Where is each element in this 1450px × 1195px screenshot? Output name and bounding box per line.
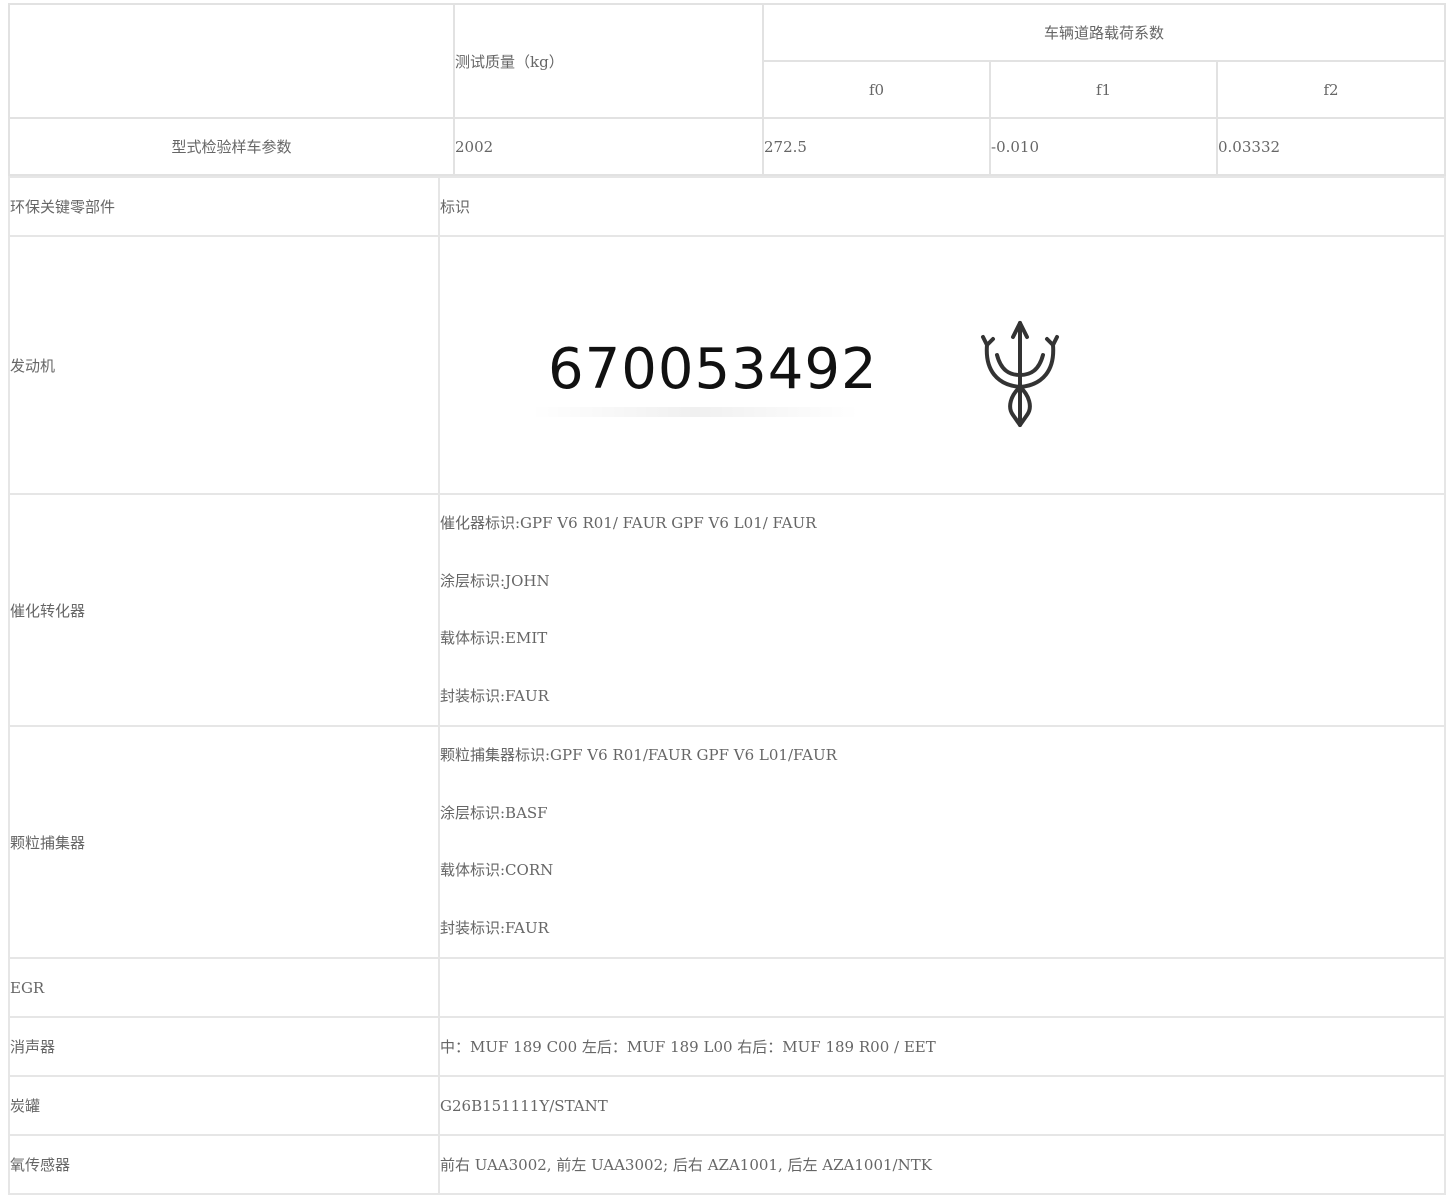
muffler-label: 消声器: [8, 1016, 440, 1077]
gpf-label: 颗粒捕集器: [8, 725, 440, 959]
test-mass-header: 测试质量（kg）: [453, 3, 764, 119]
catalyst-line-3: 载体标识:EMIT: [440, 629, 548, 647]
emission-parts-table: 环保关键零部件 标识 发动机 670053492 催化转化器 催化器标识:GPF…: [8, 176, 1446, 1195]
canister-value: G26B151111Y/STANT: [438, 1075, 1446, 1136]
road-load-table: 测试质量（kg） 车辆道路载荷系数 f0 f1 f2 型式检验样车参数 2002…: [8, 3, 1446, 176]
f1-header: f1: [989, 60, 1218, 119]
engine-mark-cell: 670053492: [438, 235, 1446, 495]
part-header: 环保关键零部件: [8, 176, 440, 237]
f2-header: f2: [1216, 60, 1446, 119]
gpf-line-4: 封装标识:FAUR: [440, 918, 549, 937]
catalyst-marks: 催化器标识:GPF V6 R01/ FAUR GPF V6 L01/ FAUR …: [438, 493, 1446, 727]
catalyst-line-1: 催化器标识:GPF V6 R01/ FAUR GPF V6 L01/ FAUR: [440, 514, 817, 532]
muffler-value: 中：MUF 189 C00 左后：MUF 189 L00 右后：MUF 189 …: [438, 1016, 1446, 1077]
f0-value: 272.5: [762, 117, 991, 176]
test-mass-value: 2002: [453, 117, 764, 176]
catalyst-line-4: 封装标识:FAUR: [440, 686, 549, 705]
f1-value: -0.010: [989, 117, 1218, 176]
egr-value: [438, 957, 1446, 1018]
egr-label: EGR: [8, 957, 440, 1018]
trident-logo-icon: [981, 321, 1059, 427]
gpf-marks: 颗粒捕集器标识:GPF V6 R01/FAUR GPF V6 L01/FAUR …: [438, 725, 1446, 959]
engine-number: 670053492: [548, 337, 878, 402]
gpf-line-3: 载体标识:CORN: [440, 861, 554, 879]
gpf-line-1: 颗粒捕集器标识:GPF V6 R01/FAUR GPF V6 L01/FAUR: [440, 746, 837, 764]
f0-header: f0: [762, 60, 991, 119]
top-left-empty-cell: [8, 3, 455, 119]
mark-header: 标识: [438, 176, 1446, 237]
f2-value: 0.03332: [1216, 117, 1446, 176]
o2-sensor-label: 氧传感器: [8, 1134, 440, 1195]
road-load-coeff-header: 车辆道路载荷系数: [762, 3, 1446, 62]
canister-label: 炭罐: [8, 1075, 440, 1136]
engine-number-shadow: [530, 407, 860, 417]
catalyst-label: 催化转化器: [8, 493, 440, 727]
gpf-line-2: 涂层标识:BASF: [440, 803, 548, 822]
engine-label: 发动机: [8, 235, 440, 495]
sample-vehicle-label: 型式检验样车参数: [8, 117, 455, 176]
catalyst-line-2: 涂层标识:JOHN: [440, 571, 550, 590]
o2-sensor-value: 前右 UAA3002, 前左 UAA3002; 后右 AZA1001, 后左 A…: [438, 1134, 1446, 1195]
